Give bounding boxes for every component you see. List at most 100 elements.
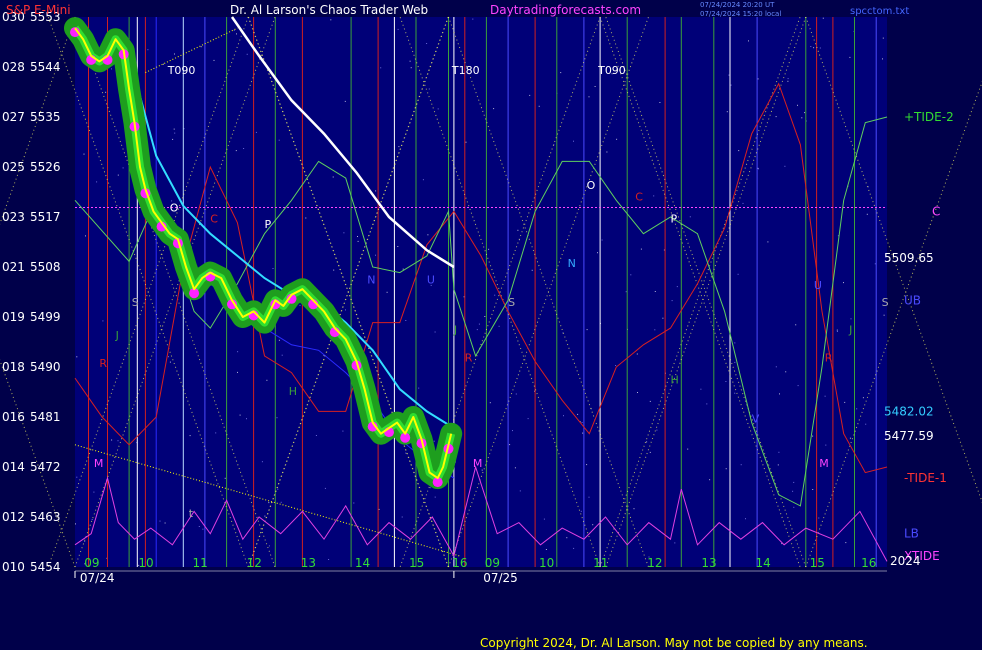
star-dot bbox=[215, 432, 217, 434]
star-dot bbox=[813, 47, 815, 49]
y-tick-left: 028 bbox=[2, 60, 25, 74]
hour-tick: 15 bbox=[409, 556, 424, 570]
star-dot bbox=[243, 148, 245, 149]
star-dot bbox=[882, 37, 884, 39]
star-dot bbox=[488, 248, 490, 250]
star-dot bbox=[493, 108, 495, 110]
event-letter: O bbox=[587, 179, 596, 192]
star-dot bbox=[169, 361, 171, 363]
star-dot bbox=[785, 371, 787, 373]
star-dot bbox=[706, 403, 708, 405]
star-dot bbox=[543, 518, 545, 520]
star-dot bbox=[378, 508, 380, 510]
star-dot bbox=[849, 437, 851, 439]
y-tick-left: 021 bbox=[2, 260, 25, 274]
star-dot bbox=[659, 102, 661, 103]
star-dot bbox=[75, 523, 76, 525]
star-dot bbox=[236, 33, 237, 35]
star-dot bbox=[315, 435, 317, 436]
event-letter: H bbox=[289, 385, 297, 398]
star-dot bbox=[845, 542, 847, 544]
star-dot bbox=[96, 181, 98, 183]
star-dot bbox=[512, 430, 513, 432]
star-dot bbox=[397, 28, 399, 30]
star-dot bbox=[224, 477, 226, 479]
star-dot bbox=[168, 356, 169, 358]
star-dot bbox=[278, 139, 280, 141]
star-dot bbox=[726, 111, 728, 113]
star-dot bbox=[237, 371, 238, 373]
star-dot bbox=[725, 381, 727, 382]
star-dot bbox=[189, 435, 191, 437]
star-dot bbox=[654, 329, 656, 331]
star-dot bbox=[402, 268, 404, 270]
hour-tick: 12 bbox=[647, 556, 662, 570]
series-label: UB bbox=[904, 293, 921, 307]
time-marker: T180 bbox=[451, 64, 480, 77]
star-dot bbox=[566, 537, 568, 539]
star-dot bbox=[725, 468, 727, 470]
star-dot bbox=[586, 464, 588, 466]
star-dot bbox=[465, 141, 467, 143]
event-letter: J bbox=[453, 324, 457, 337]
star-dot bbox=[202, 528, 204, 530]
star-dot bbox=[748, 40, 749, 42]
y-tick-price: 5526 bbox=[30, 160, 61, 174]
star-dot bbox=[514, 467, 516, 469]
event-letter: P bbox=[265, 218, 272, 231]
event-letter: V bbox=[752, 413, 760, 426]
star-dot bbox=[822, 17, 824, 19]
star-dot bbox=[640, 248, 642, 250]
star-dot bbox=[581, 422, 583, 423]
star-dot bbox=[662, 317, 664, 319]
star-dot bbox=[594, 86, 596, 87]
star-dot bbox=[484, 316, 486, 317]
star-dot bbox=[633, 508, 635, 510]
star-dot bbox=[730, 84, 732, 86]
star-dot bbox=[767, 241, 769, 243]
star-dot bbox=[409, 60, 411, 62]
event-letter: C bbox=[210, 213, 218, 226]
star-dot bbox=[233, 29, 235, 31]
y-tick-left: 027 bbox=[2, 110, 25, 124]
star-dot bbox=[117, 174, 119, 176]
y-tick-left: 025 bbox=[2, 160, 25, 174]
star-dot bbox=[792, 490, 794, 492]
hour-tick: 16 bbox=[452, 556, 467, 570]
star-dot bbox=[264, 515, 266, 517]
star-dot bbox=[777, 464, 779, 466]
star-dot bbox=[198, 526, 200, 527]
y-tick-left: 010 bbox=[2, 560, 25, 574]
star-dot bbox=[649, 400, 651, 402]
star-dot bbox=[422, 179, 424, 181]
hour-tick: 09 bbox=[485, 556, 500, 570]
site-link[interactable]: Daytradingforecasts.com bbox=[490, 3, 641, 17]
y-tick-price: 5544 bbox=[30, 60, 61, 74]
star-dot bbox=[653, 195, 655, 197]
star-dot bbox=[646, 441, 648, 443]
star-dot bbox=[515, 393, 517, 395]
star-dot bbox=[509, 444, 511, 446]
star-dot bbox=[606, 151, 608, 153]
star-dot bbox=[728, 74, 730, 76]
star-dot bbox=[836, 331, 838, 332]
star-dot bbox=[429, 487, 431, 489]
y-tick-left: 014 bbox=[2, 460, 25, 474]
y-tick-price: 5481 bbox=[30, 410, 61, 424]
star-dot bbox=[740, 464, 742, 466]
date-label: 07/24 bbox=[80, 571, 115, 585]
hour-tick: 12 bbox=[247, 556, 262, 570]
price-readout: 5482.02 bbox=[884, 404, 934, 418]
event-letter: H bbox=[671, 374, 679, 387]
star-dot bbox=[797, 104, 798, 106]
star-dot bbox=[91, 519, 93, 520]
star-dot bbox=[836, 329, 838, 331]
star-dot bbox=[734, 342, 736, 344]
event-letter: M bbox=[94, 457, 104, 470]
event-letter: t bbox=[189, 507, 194, 520]
star-dot bbox=[299, 304, 301, 306]
star-dot bbox=[597, 252, 598, 254]
star-dot bbox=[433, 440, 435, 442]
star-dot bbox=[738, 150, 740, 152]
y-tick-price: 5508 bbox=[30, 260, 61, 274]
